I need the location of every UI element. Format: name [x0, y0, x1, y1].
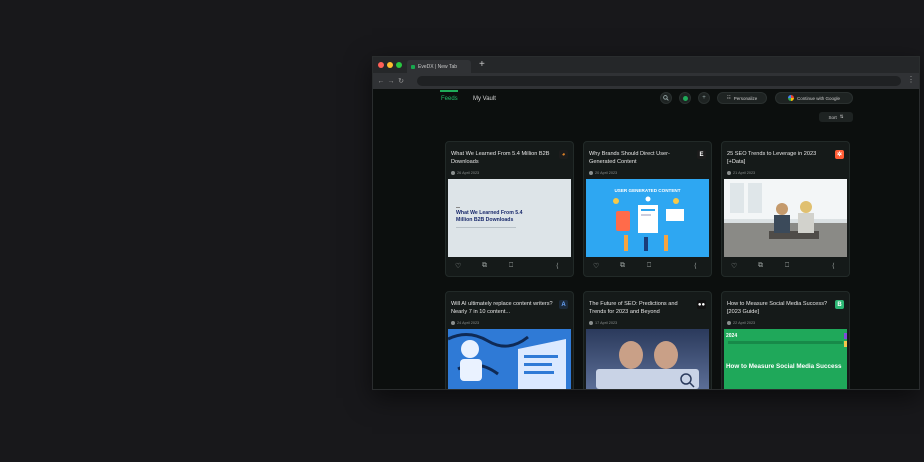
thumbnail-year: 2024	[726, 333, 738, 339]
address-bar[interactable]	[417, 76, 901, 86]
card-title[interactable]: Will AI ultimately replace content write…	[451, 300, 557, 316]
tab-feeds[interactable]: Feeds	[441, 96, 458, 102]
toolbar: ← → ↻ ⋮	[373, 73, 919, 89]
source-icon: ✲	[835, 150, 844, 159]
sort-button[interactable]: Sort ⇅	[819, 112, 853, 122]
browser-window: EveDX | New Tab + ← → ↻ ⋮ Feeds My Vault…	[372, 56, 920, 390]
title-bar: EveDX | New Tab +	[373, 57, 919, 73]
keyboard-photo	[596, 341, 699, 389]
copy-icon[interactable]: ⧉	[758, 262, 763, 270]
feed-card[interactable]: Why Brands Should Direct User-Generated …	[583, 141, 712, 277]
card-date: 21 April 2023	[727, 171, 755, 175]
ugc-illustration	[613, 196, 684, 251]
page-content: Feeds My Vault + ☷ Personalize Continue …	[373, 89, 919, 389]
card-date: 17 April 2023	[589, 321, 617, 325]
new-tab-button[interactable]: +	[479, 57, 485, 73]
source-icon: A	[559, 300, 568, 309]
reload-icon[interactable]: ↻	[396, 77, 406, 85]
feed-card[interactable]: What We Learned From 5.4 Million B2B Dow…	[445, 141, 574, 277]
feed-card[interactable]: How to Measure Social Media Success? [20…	[721, 291, 850, 389]
thumbnail-headline: How to Measure Social Media Success	[726, 363, 842, 370]
card-date: 20 April 2023	[589, 171, 617, 175]
feed-card[interactable]: 25 SEO Trends to Leverage in 2023 [+Data…	[721, 141, 850, 277]
personalize-label: Personalize	[733, 95, 758, 101]
personalize-button[interactable]: ☷ Personalize	[717, 92, 767, 104]
active-tab-indicator	[440, 90, 458, 92]
card-actions: ♡ ⧉ ⎕ ⟨	[446, 262, 573, 274]
sort-label: Sort	[828, 114, 837, 120]
like-icon[interactable]: ♡	[731, 262, 737, 270]
sliders-icon: ☷	[726, 95, 731, 100]
card-date: 22 April 2023	[727, 321, 755, 325]
card-title[interactable]: 25 SEO Trends to Leverage in 2023 [+Data…	[727, 150, 833, 166]
copy-icon[interactable]: ⧉	[482, 262, 487, 270]
tab-my-vault[interactable]: My Vault	[473, 96, 496, 102]
favicon-icon	[411, 64, 415, 69]
like-icon[interactable]: ♡	[455, 262, 461, 270]
bookmark-icon[interactable]: ⎕	[509, 262, 513, 270]
share-icon[interactable]: ⟨	[694, 262, 697, 270]
source-icon: B	[835, 300, 844, 309]
forward-icon[interactable]: →	[386, 78, 396, 85]
minimize-window-button[interactable]	[387, 62, 393, 68]
card-thumbnail[interactable]: What We Learned From 5.4 Million B2B Dow…	[448, 179, 571, 257]
card-title[interactable]: What We Learned From 5.4 Million B2B Dow…	[451, 150, 557, 166]
share-icon[interactable]: ⟨	[832, 262, 835, 270]
card-date: 26 April 2023	[451, 171, 479, 175]
bookmark-icon[interactable]: ⎕	[647, 262, 651, 270]
search-icon[interactable]	[660, 92, 672, 104]
google-signin-button[interactable]: Continue with Google	[775, 92, 853, 104]
share-icon[interactable]: ⟨	[556, 262, 559, 270]
card-title[interactable]: The Future of SEO: Predictions and Trend…	[589, 300, 695, 316]
card-actions: ♡ ⧉ ⎕ ⟨	[722, 262, 849, 274]
card-title[interactable]: Why Brands Should Direct User-Generated …	[589, 150, 695, 166]
google-label: Continue with Google	[796, 95, 841, 101]
like-icon[interactable]: ♡	[593, 262, 599, 270]
google-icon	[787, 95, 794, 101]
ai-robot-illustration	[448, 333, 566, 389]
thumbnail-headline: What We Learned From 5.4 Million B2B Dow…	[456, 210, 523, 223]
sort-icon: ⇅	[839, 114, 844, 119]
card-title[interactable]: How to Measure Social Media Success? [20…	[727, 300, 833, 316]
close-window-button[interactable]	[378, 62, 384, 68]
office-photo	[724, 179, 847, 257]
maximize-window-button[interactable]	[396, 62, 402, 68]
browser-menu-icon[interactable]: ⋮	[907, 75, 915, 84]
browser-tab[interactable]: EveDX | New Tab	[407, 60, 471, 73]
source-icon: ◕	[559, 150, 568, 159]
bookmark-icon[interactable]: ⎕	[785, 262, 789, 270]
back-icon[interactable]: ←	[376, 78, 386, 85]
card-thumbnail[interactable]: USER GENERATED CONTENT	[586, 179, 709, 257]
card-date: 24 April 2023	[451, 321, 479, 325]
card-actions: ♡ ⧉ ⎕ ⟨	[584, 262, 711, 274]
feed-card[interactable]: The Future of SEO: Predictions and Trend…	[583, 291, 712, 389]
card-thumbnail[interactable]	[586, 329, 709, 389]
source-icon: ●●	[697, 300, 706, 309]
notifications-icon[interactable]	[679, 92, 691, 104]
source-icon: E	[697, 150, 706, 159]
copy-icon[interactable]: ⧉	[620, 262, 625, 270]
tab-title: EveDX | New Tab	[418, 63, 458, 70]
feed-card[interactable]: Will AI ultimately replace content write…	[445, 291, 574, 389]
card-thumbnail[interactable]	[724, 179, 847, 257]
card-thumbnail[interactable]: 2024 How to Measure Social Media Success	[724, 329, 847, 389]
add-icon[interactable]: +	[698, 92, 710, 104]
card-thumbnail[interactable]	[448, 329, 571, 389]
